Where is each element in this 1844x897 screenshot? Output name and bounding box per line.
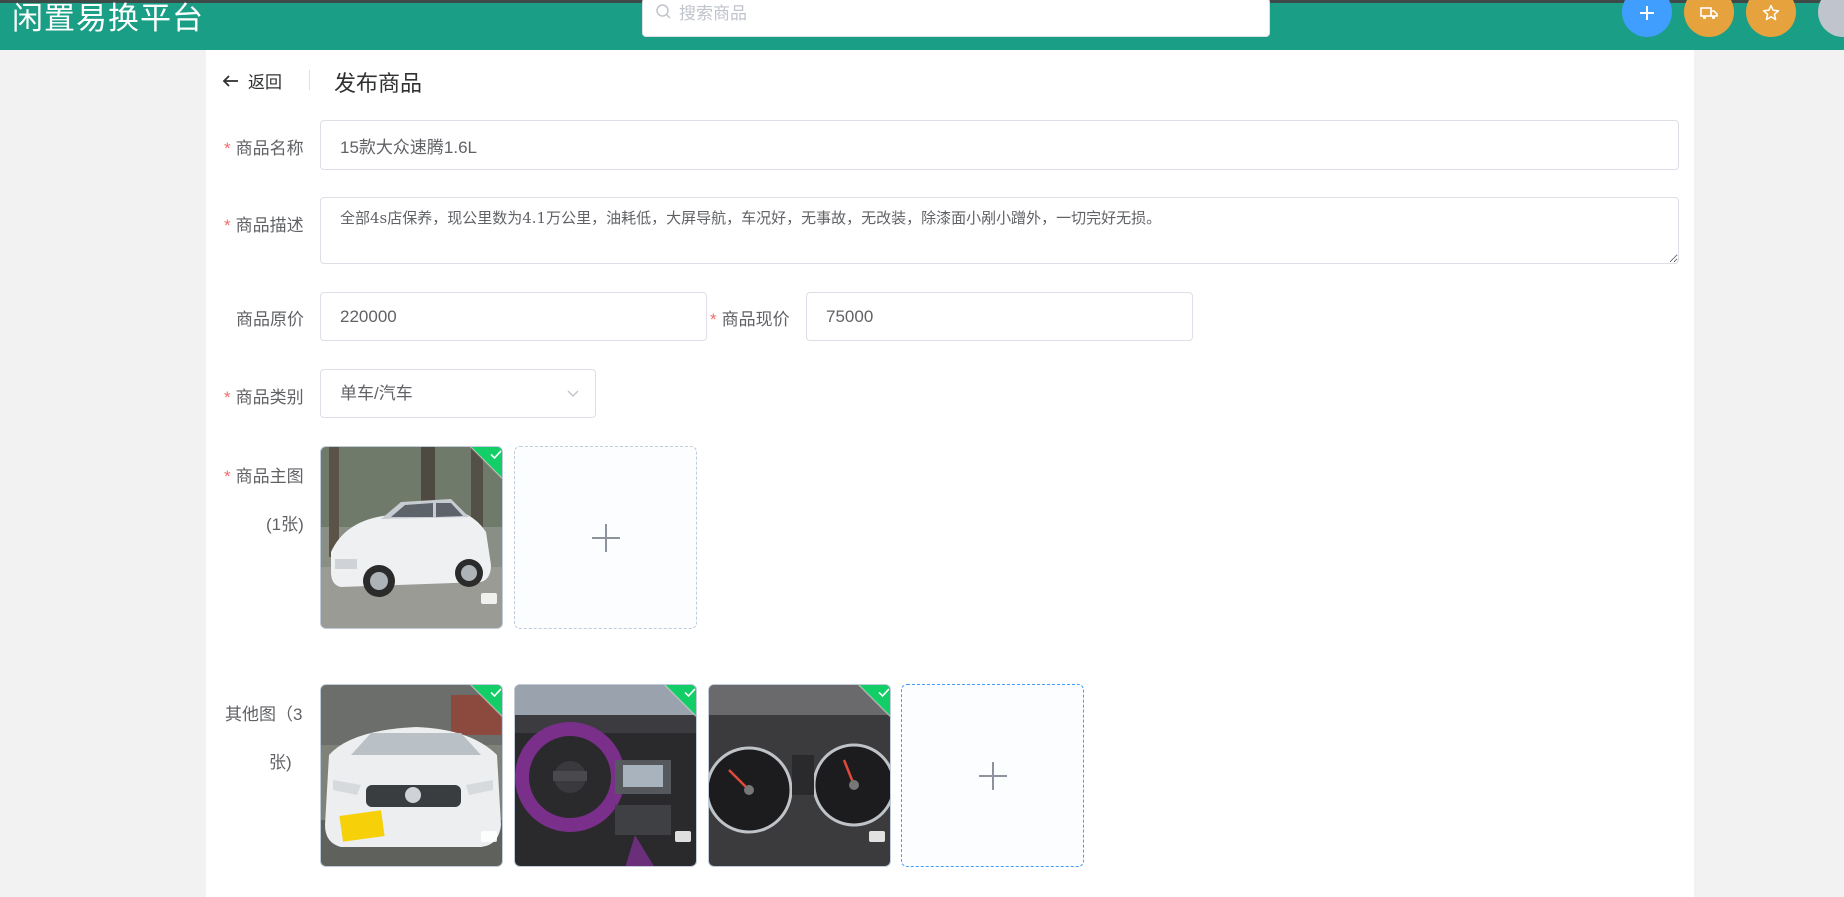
search-icon	[656, 4, 671, 19]
required-mark: *	[710, 310, 717, 329]
car-photo-front	[321, 685, 502, 866]
top-navbar: 闲置易换平台	[0, 0, 1844, 50]
orig-price-input[interactable]	[320, 292, 707, 341]
back-label: 返回	[248, 73, 282, 92]
search-box[interactable]	[642, 0, 1270, 37]
orig-price-label: 商品原价	[236, 310, 304, 329]
orders-button[interactable]	[1684, 0, 1734, 37]
publish-button[interactable]	[1622, 0, 1672, 37]
other-images-label: 其他图（3	[225, 705, 303, 724]
search-input[interactable]	[679, 0, 1239, 29]
required-mark: *	[224, 216, 231, 235]
chevron-down-icon	[567, 390, 579, 397]
plus-icon	[978, 761, 1007, 790]
required-mark: *	[224, 388, 231, 407]
main-image-label: * 商品主图	[224, 467, 304, 486]
category-select[interactable]: 单车/汽车	[320, 369, 596, 418]
other-image-thumb[interactable]	[514, 684, 697, 867]
site-logo[interactable]: 闲置易换平台	[12, 0, 204, 38]
name-label: * 商品名称	[224, 139, 304, 158]
other-image-thumb[interactable]	[708, 684, 891, 867]
category-label: * 商品类别	[224, 388, 304, 407]
arrow-left-icon	[222, 74, 238, 87]
check-icon	[490, 688, 502, 698]
favorites-button[interactable]	[1746, 0, 1796, 37]
category-value: 单车/汽车	[340, 384, 413, 403]
desc-label: * 商品描述	[224, 216, 304, 235]
required-mark: *	[224, 467, 231, 486]
other-images-label-cont: 张)	[269, 753, 292, 772]
name-input[interactable]	[320, 120, 1679, 170]
check-icon	[684, 688, 696, 698]
main-image-upload-button[interactable]	[514, 446, 697, 629]
other-images-upload-button[interactable]	[901, 684, 1084, 867]
page-title: 发布商品	[334, 71, 423, 96]
main-image-count: (1张)	[266, 515, 304, 534]
check-icon	[490, 450, 502, 460]
interior-photo	[515, 685, 696, 866]
required-mark: *	[224, 139, 231, 158]
back-button[interactable]: 返回	[222, 68, 282, 93]
header-divider	[309, 70, 310, 90]
plus-icon	[591, 523, 620, 552]
avatar[interactable]	[1818, 0, 1844, 37]
plus-icon	[1640, 6, 1654, 20]
main-image-thumb[interactable]	[320, 446, 503, 629]
other-image-thumb[interactable]	[320, 684, 503, 867]
star-icon	[1762, 4, 1780, 21]
cur-price-label: * 商品现价	[710, 310, 790, 329]
desc-textarea[interactable]: 全部4s店保养，现公里数为4.1万公里，油耗低，大屏导航，车况好，无事故，无改装…	[320, 197, 1679, 264]
truck-icon	[1700, 7, 1718, 20]
dashboard-photo	[709, 685, 890, 866]
car-photo-side	[321, 447, 502, 628]
check-icon	[878, 688, 890, 698]
cur-price-input[interactable]	[806, 292, 1193, 341]
